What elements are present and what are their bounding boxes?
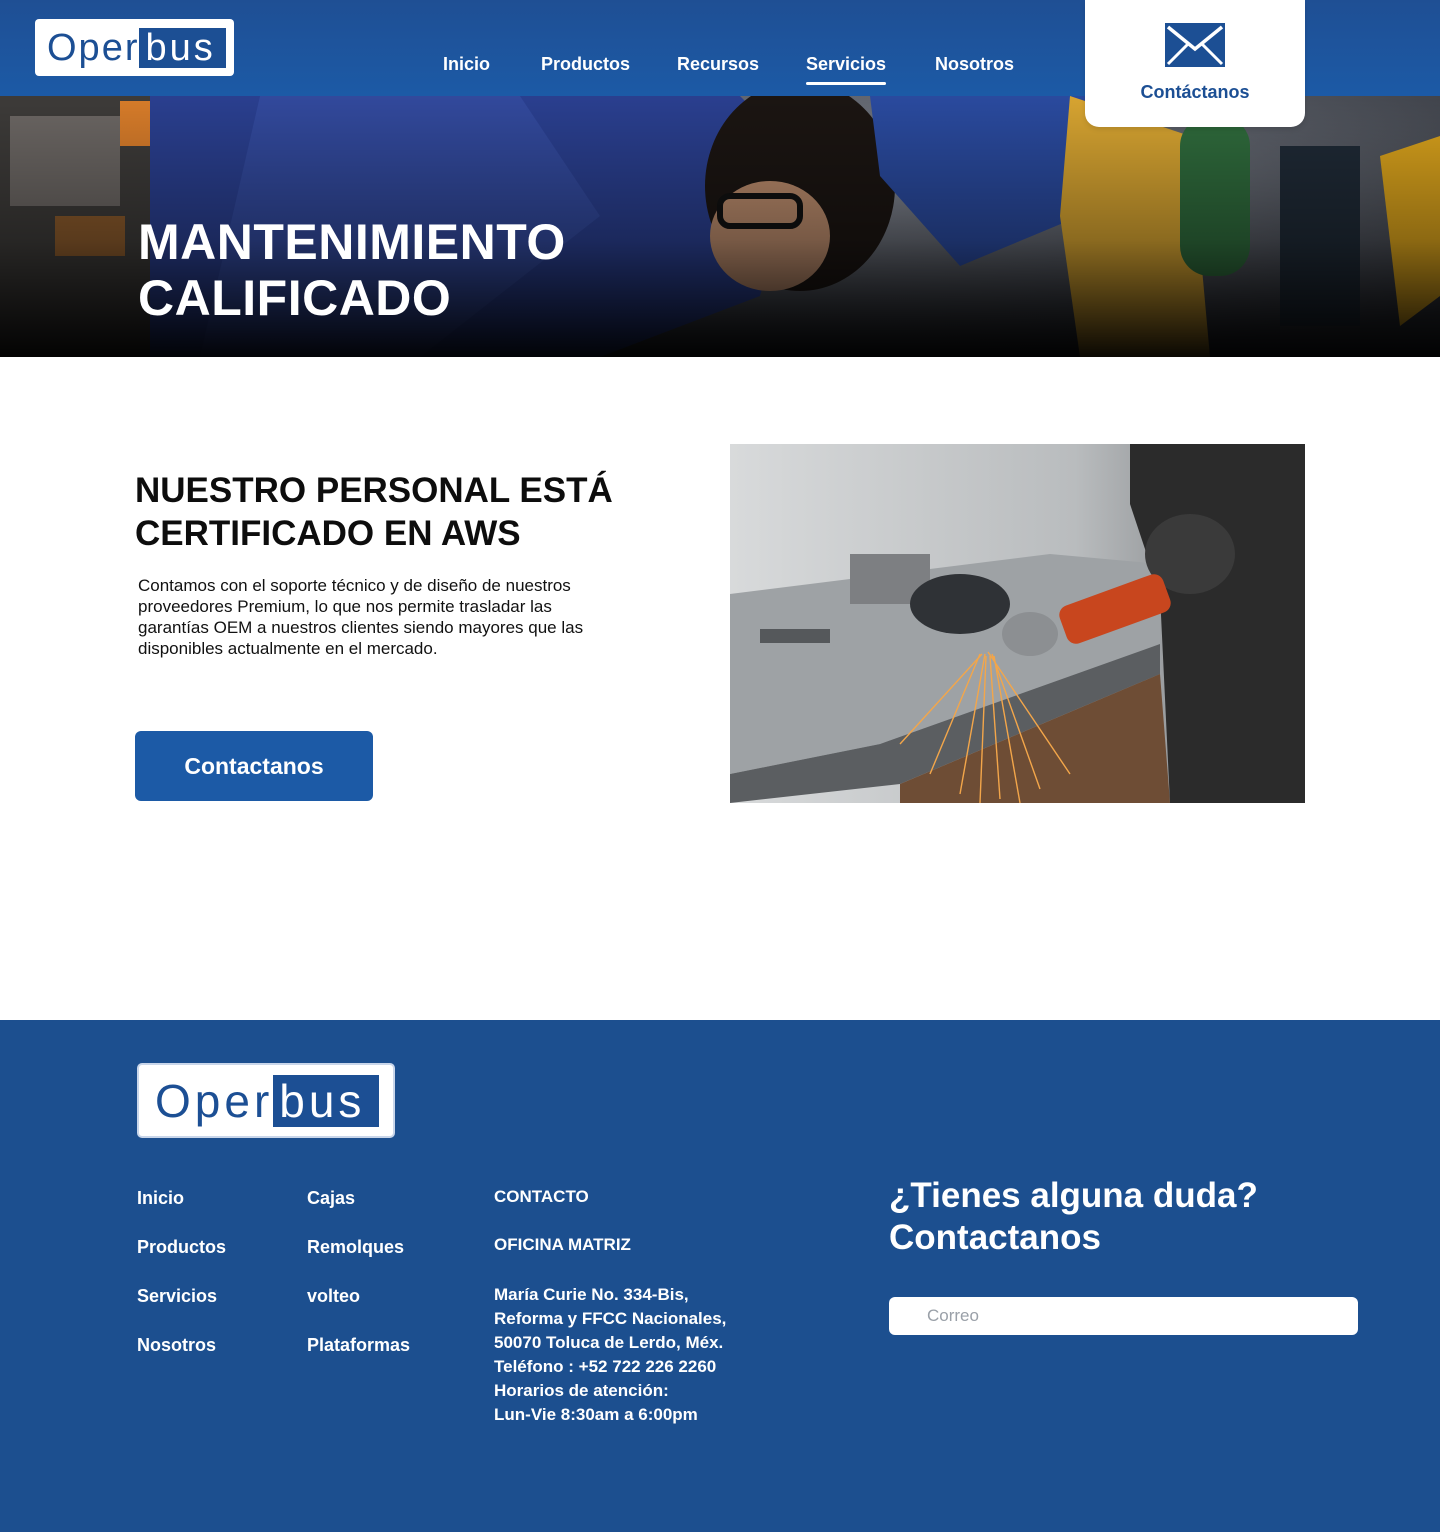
footer-logo[interactable]: Oper bus (137, 1063, 395, 1138)
hours-label: Horarios de atención: (494, 1381, 669, 1400)
footer-question-heading: ¿Tienes alguna duda? Contactanos (889, 1176, 1258, 1257)
contact-card-button[interactable]: Contáctanos (1085, 0, 1305, 127)
footer-links-main: Inicio Productos Servicios Nosotros (137, 1188, 226, 1384)
grinder-sparks-image (730, 444, 1305, 803)
footer-link-nosotros[interactable]: Nosotros (137, 1335, 226, 1384)
section-description: Contamos con el soporte técnico y de dis… (138, 576, 584, 658)
contact-card-label: Contáctanos (1140, 82, 1250, 102)
footer-link-plataformas[interactable]: Plataformas (307, 1335, 410, 1384)
footer-logo-text-bus: bus (273, 1074, 380, 1127)
site-footer: Oper bus Inicio Productos Servicios Nosot… (0, 1020, 1440, 1532)
logo-text-oper: Oper (47, 26, 140, 69)
nav-item-nosotros[interactable]: Nosotros (935, 54, 1014, 75)
mail-icon (1165, 23, 1225, 67)
hero-title: MANTENIMIENTO CALIFICADO (138, 214, 566, 326)
contact-button[interactable]: Contactanos (135, 731, 373, 801)
phone-line: Teléfono : +52 722 226 2260 (494, 1357, 717, 1376)
section-title: NUESTRO PERSONAL ESTÁ CERTIFICADO EN AWS (135, 471, 613, 553)
nav-item-inicio[interactable]: Inicio (443, 54, 490, 75)
logo-text-bus: bus (139, 27, 226, 68)
nav-item-recursos[interactable]: Recursos (677, 54, 759, 75)
footer-link-remolques[interactable]: Remolques (307, 1237, 410, 1286)
email-input[interactable] (889, 1297, 1358, 1335)
footer-links-products: Cajas Remolques volteo Plataformas (307, 1188, 410, 1384)
footer-logo-text-oper: Oper (155, 1074, 274, 1127)
hero-banner: MANTENIMIENTO CALIFICADO (0, 96, 1440, 357)
address-line: Reforma y FFCC Nacionales, (494, 1309, 727, 1328)
nav-item-productos[interactable]: Productos (541, 54, 630, 75)
brand-logo[interactable]: Oper bus (35, 19, 234, 76)
footer-contact-info: CONTACTO OFICINA MATRIZ María Curie No. … (494, 1187, 726, 1427)
footer-link-productos[interactable]: Productos (137, 1237, 226, 1286)
nav-item-servicios[interactable]: Servicios (806, 54, 887, 85)
address-line: 50070 Toluca de Lerdo, Méx. (494, 1333, 724, 1352)
office-address: María Curie No. 334-Bis, Reforma y FFCC … (494, 1283, 726, 1427)
footer-link-cajas[interactable]: Cajas (307, 1188, 410, 1237)
welding-photo (730, 444, 1305, 803)
footer-link-volteo[interactable]: volteo (307, 1286, 410, 1335)
office-heading: OFICINA MATRIZ (494, 1235, 631, 1254)
hours-value: Lun-Vie 8:30am a 6:00pm (494, 1405, 698, 1424)
contact-heading: CONTACTO (494, 1187, 589, 1206)
footer-link-inicio[interactable]: Inicio (137, 1188, 226, 1237)
footer-link-servicios[interactable]: Servicios (137, 1286, 226, 1335)
address-line: María Curie No. 334-Bis, (494, 1285, 689, 1304)
